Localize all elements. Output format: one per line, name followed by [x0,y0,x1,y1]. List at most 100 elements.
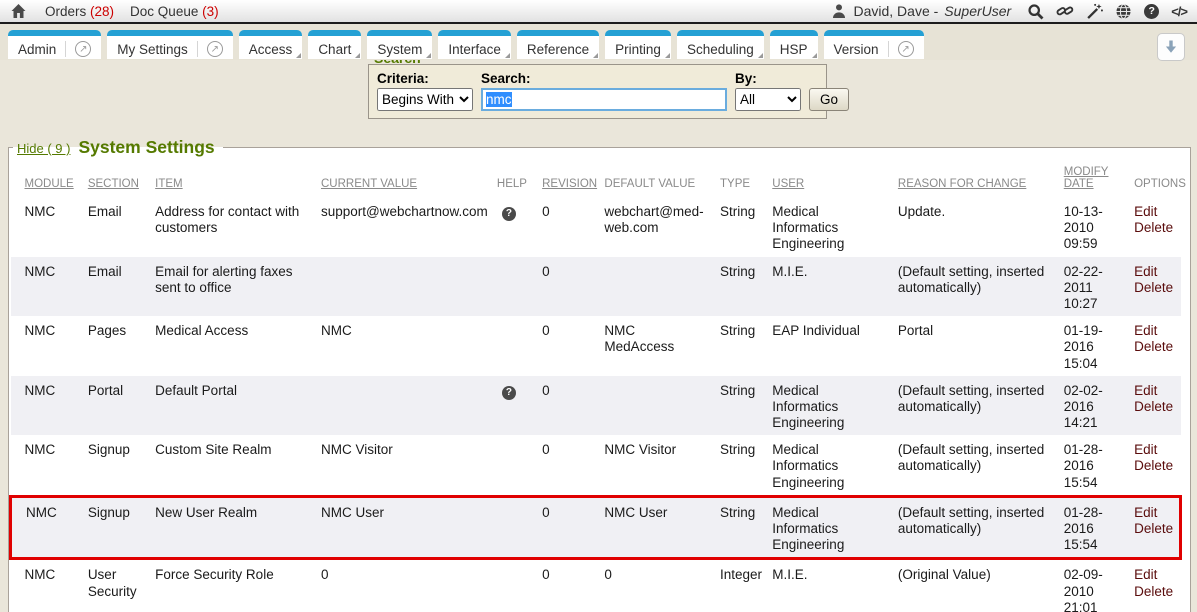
table-row: NMCUser SecurityForce Security Role000In… [11,559,1181,612]
cell-help [483,257,528,317]
table-row: NMCPortalDefault Portal?0StringMedical I… [11,376,1181,436]
delete-link[interactable]: Delete [1134,521,1175,537]
search-input[interactable]: nmc [481,88,727,111]
column-header-reason-for-change[interactable]: REASON FOR CHANGE [884,160,1050,197]
link-icon[interactable] [1056,3,1074,19]
edit-link[interactable]: Edit [1134,323,1176,339]
criteria-label: Criteria: [377,71,473,86]
table-row: NMCPagesMedical AccessNMC0NMC MedAccessS… [11,316,1181,376]
go-button[interactable]: Go [809,88,849,111]
topbar-icons: ? </> [1027,3,1187,20]
cell-help [483,559,528,612]
cell-help [483,496,528,559]
delete-link[interactable]: Delete [1134,584,1176,600]
cell-user: EAP Individual [758,316,884,376]
cell-current-value: NMC Visitor [307,435,483,496]
tab-chart[interactable]: Chart [308,30,361,59]
tab-version[interactable]: Version ↗ [824,30,924,59]
cell-default-value [590,257,706,317]
cell-revision: 0 [528,559,590,612]
cell-revision: 0 [528,435,590,496]
tab-label: Reference [527,42,589,57]
cell-revision: 0 [528,316,590,376]
cell-type: String [706,376,758,436]
table-row: NMCSignupCustom Site RealmNMC Visitor0NM… [11,435,1181,496]
tab-label: My Settings [117,42,188,57]
hide-link[interactable]: Hide ( 9 ) [17,141,70,156]
delete-link[interactable]: Delete [1134,339,1176,355]
cell-current-value: support@webchartnow.com [307,197,483,257]
column-header-section[interactable]: SECTION [74,160,141,197]
help-icon[interactable]: ? [502,386,516,400]
cell-reason-for-change: Update. [884,197,1050,257]
tab-hsp[interactable]: HSP [770,30,818,59]
cell-user: M.I.E. [758,257,884,317]
tab-label: Admin [18,42,56,57]
help-icon[interactable]: ? [502,207,516,221]
tab-label: Chart [318,42,351,57]
column-header-user[interactable]: USER [758,160,884,197]
edit-link[interactable]: Edit [1134,442,1176,458]
cell-options: EditDelete [1120,197,1180,257]
table-row: NMCEmailEmail for alerting faxes sent to… [11,257,1181,317]
cell-module: NMC [11,559,74,612]
tab-interface[interactable]: Interface [438,30,511,59]
column-header-current-value[interactable]: CURRENT VALUE [307,160,483,197]
column-header-help: HELP [483,160,528,197]
tab-reference[interactable]: Reference [517,30,599,59]
edit-link[interactable]: Edit [1134,204,1176,220]
tab-access[interactable]: Access [239,30,303,59]
cell-item: Force Security Role [141,559,307,612]
tab-my-settings[interactable]: My Settings ↗ [107,30,233,59]
cell-current-value: NMC [307,316,483,376]
cell-default-value: 0 [590,559,706,612]
column-header-module[interactable]: MODULE [11,160,74,197]
tab-label: Scheduling [687,42,754,57]
by-select[interactable]: All [735,88,801,111]
current-user[interactable]: David, Dave - SuperUser [831,3,1011,19]
edit-link[interactable]: Edit [1134,383,1176,399]
wand-icon[interactable] [1086,3,1103,20]
column-header-item[interactable]: ITEM [141,160,307,197]
delete-link[interactable]: Delete [1134,220,1176,236]
cell-reason-for-change: (Default setting, inserted automatically… [884,435,1050,496]
edit-link[interactable]: Edit [1134,264,1176,280]
cell-user: Medical Informatics Engineering [758,376,884,436]
cell-type: String [706,316,758,376]
column-header-type: TYPE [706,160,758,197]
code-icon[interactable]: </> [1171,4,1187,19]
cell-reason-for-change: (Original Value) [884,559,1050,612]
cell-module: NMC [11,197,74,257]
column-header-modify-date[interactable]: MODIFY DATE [1050,160,1120,197]
criteria-select[interactable]: Begins With [377,88,473,111]
page-title: System Settings [78,137,214,158]
edit-link[interactable]: Edit [1134,567,1176,583]
system-settings-legend: Hide ( 9 ) System Settings [13,137,223,158]
help-circle-icon[interactable]: ? [1144,4,1159,19]
edit-link[interactable]: Edit [1134,505,1175,521]
home-icon[interactable] [10,3,27,19]
tab-label: Printing [615,42,661,57]
cell-options: EditDelete [1120,435,1180,496]
tab-scheduling[interactable]: Scheduling [677,30,764,59]
doc-queue-link[interactable]: Doc Queue (3) [130,4,219,19]
search-icon[interactable] [1027,3,1044,20]
tab-container: Admin ↗ My Settings ↗ Access Chart Syste… [8,30,924,59]
cell-revision: 0 [528,257,590,317]
orders-link[interactable]: Orders (28) [45,4,114,19]
cell-type: String [706,435,758,496]
delete-link[interactable]: Delete [1134,399,1176,415]
tab-system[interactable]: System [367,30,432,59]
tab-admin[interactable]: Admin ↗ [8,30,101,59]
column-header-revision[interactable]: REVISION [528,160,590,197]
collapse-panel-button[interactable] [1157,33,1185,61]
cell-module: NMC [11,496,74,559]
delete-link[interactable]: Delete [1134,280,1176,296]
orders-count: (28) [90,4,114,19]
user-name: David, Dave - [853,3,938,19]
tab-printing[interactable]: Printing [605,30,671,59]
globe-icon[interactable] [1115,3,1132,20]
cell-options: EditDelete [1120,496,1180,559]
cell-modify-date: 01-28-2016 15:54 [1050,496,1120,559]
delete-link[interactable]: Delete [1134,458,1176,474]
